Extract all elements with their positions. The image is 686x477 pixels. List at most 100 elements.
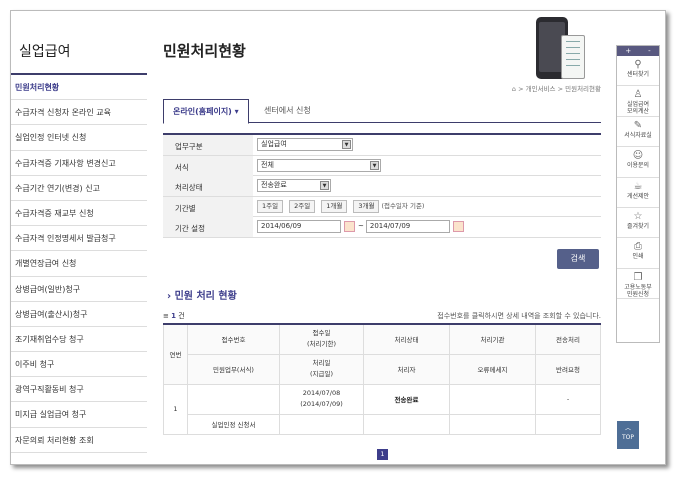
sidebar-item[interactable]: 수급기간 연기(변경) 신고 <box>11 176 147 201</box>
period-1week-button[interactable]: 1주일 <box>257 199 284 213</box>
pagination-page-1[interactable]: 1 <box>377 449 388 460</box>
cell-task: 실업인정 신청서 <box>187 413 280 435</box>
search-button[interactable]: 검색 <box>557 249 599 269</box>
col-header-no: 연번 <box>163 323 188 385</box>
dropdown-arrow-icon: ▼ <box>342 140 351 149</box>
top-button[interactable]: ︿ TOP <box>617 421 639 449</box>
calendar-icon[interactable] <box>344 221 355 232</box>
sidebar-item[interactable]: 자문의뢰 처리현황 조회 <box>11 428 147 453</box>
period-1month-button[interactable]: 1개월 <box>321 199 348 213</box>
document-illustration <box>561 35 585 79</box>
quick-menu-item[interactable]: ⎙ 인쇄 <box>617 238 659 269</box>
sidebar-item[interactable]: 수급자격증 재교부 신청 <box>11 201 147 227</box>
location-pin-icon: ⚲ <box>634 59 642 70</box>
col-header-process-date: 처리일 (지급일) <box>279 353 364 385</box>
sidebar-item[interactable]: 이주비 청구 <box>11 352 147 378</box>
quick-menu-label: 이용문의 <box>626 162 650 170</box>
status-select[interactable]: 전송완료 ▼ <box>257 179 331 192</box>
period-3month-button[interactable]: 3개월 <box>353 199 380 213</box>
quick-menu-item[interactable]: ☆ 즐겨찾기 <box>617 208 659 239</box>
sidebar-item[interactable]: 수급자격 인정명세서 발급청구 <box>11 226 147 252</box>
cell-receipt-no[interactable] <box>187 383 280 415</box>
quick-menu-label: 고용노동부 민원신청 <box>624 283 652 298</box>
form-row-range: 기간 설정 2014/06/09 ~2014/07/09 <box>163 217 601 238</box>
sidebar-item[interactable]: 광역구직활동비 청구 <box>11 377 147 403</box>
sidebar-item[interactable]: 상병급여(일반)청구 <box>11 277 147 302</box>
cell-return <box>535 413 601 435</box>
form-row-status: 처리상태 전송완료 ▼ <box>163 176 601 197</box>
status-select-value: 전송완료 <box>261 181 287 189</box>
page-frame: 실업급여 민원처리현황 수급자격 신청자 온라인 교육 실업인정 인터넷 신청 수급자… <box>10 10 666 465</box>
sidebar-item[interactable]: 상병급여(출산시)청구 <box>11 302 147 327</box>
tab-center[interactable]: 센터에서 신청 <box>255 99 320 123</box>
sidebar-item[interactable]: 실업인정 인터넷 신청 <box>11 125 147 151</box>
breadcrumb: ⌂ > 개인서비스 > 민원처리현황 <box>511 85 601 93</box>
expand-icon[interactable]: + <box>625 46 631 56</box>
col-header-transfer: 전송처리 <box>535 323 601 355</box>
form-select[interactable]: 전체 ▼ <box>257 158 381 172</box>
sidebar-item[interactable]: 미지급 실업급여 청구 <box>11 402 147 428</box>
type-select[interactable]: 실업급여 ▼ <box>257 138 353 151</box>
calendar-icon[interactable] <box>452 221 464 232</box>
table-row: 실업인정 신청서 <box>164 413 601 435</box>
col-header-status: 처리상태 <box>363 323 450 355</box>
col-header-error: 오류메세지 <box>449 353 536 385</box>
form-row-type: 업무구분 실업급여 ▼ <box>163 135 601 156</box>
quick-menu-item[interactable]: ✎ 서식자료실 <box>617 117 659 148</box>
sidebar-item[interactable]: 개별연장급여 신청 <box>11 251 147 277</box>
result-count-unit: 건 <box>178 312 185 320</box>
quick-menu-item[interactable]: ❐ 고용노동부 민원신청 <box>617 269 659 300</box>
result-count-value: 1 <box>171 312 176 320</box>
search-form: 업무구분 실업급여 ▼ 서식 전체 ▼ 처리상태 전송완료 ▼ 기간별 1주일 … <box>163 133 601 238</box>
dropdown-arrow-icon: ▼ <box>320 181 329 190</box>
period-hint: (접수일자 기준) <box>381 201 425 210</box>
quick-menu-item[interactable]: ♙ 실업급여 모의계산 <box>617 86 659 117</box>
tab-online[interactable]: 온라인(홈페이지) ▾ <box>163 99 249 124</box>
edit-icon: ✎ <box>633 119 643 131</box>
cell-no: 1 <box>163 383 188 435</box>
chevron-up-icon: ︿ <box>624 425 631 432</box>
main-content: 민원처리현황 ⌂ > 개인서비스 > 민원처리현황 온라인(홈페이지) ▾ 센터… <box>161 11 601 464</box>
cell-status: 전송완료 <box>363 383 450 415</box>
section-title: › 민원 처리 현황 <box>167 291 237 302</box>
quick-menu-item[interactable]: ☕ 게선제안 <box>617 178 659 208</box>
quick-menu-item[interactable]: ⚲ 센터찾기 <box>617 56 659 87</box>
result-count: ≡ 1 건 <box>163 311 185 321</box>
print-icon: ⎙ <box>634 241 642 253</box>
quick-menu-header: + - <box>617 46 659 56</box>
form-select-value: 전체 <box>261 160 274 169</box>
person-icon: ♙ <box>633 89 643 101</box>
quick-menu-label: 게선제안 <box>626 192 650 200</box>
quick-menu-label: 센터찾기 <box>626 71 650 78</box>
result-note: 접수번호를 클릭하시면 상세 내역을 조회할 수 있습니다. <box>437 312 601 320</box>
form-row-period: 기간별 1주일 2주일 1개월 3개월 (접수일자 기준) <box>163 196 601 217</box>
cell-agency <box>449 383 536 415</box>
date-to-input[interactable]: 2014/07/09 <box>365 220 450 233</box>
form-label: 서식 <box>163 155 253 176</box>
status-label: 처리상태 <box>163 176 253 196</box>
date-range-tilde: ~ <box>358 222 364 230</box>
sidebar-item[interactable]: 수급자격 신청자 온라인 교육 <box>11 100 147 126</box>
col-header-return: 반려요청 <box>535 353 601 385</box>
list-icon: ≡ <box>163 312 169 320</box>
quick-menu-item[interactable]: ☺ 이용문의 <box>617 147 659 178</box>
sidebar-item[interactable]: 수급자격증 기재사항 변경신고 <box>11 151 147 176</box>
sidebar: 실업급여 민원처리현황 수급자격 신청자 온라인 교육 실업인정 인터넷 신청 수급자… <box>11 11 147 464</box>
quick-menu: + - ⚲ 센터찾기 ♙ 실업급여 모의계산 ✎ 서식자료실 ☺ 이용문의 ☕ 게선제안 ☆ 즐겨찾기 ⎙… <box>616 45 660 343</box>
table-row: 1 2014/07/08 (2014/07/09) 전송완료 - <box>163 383 601 435</box>
cell-receipt-date: 2014/07/08 (2014/07/09) <box>279 383 364 415</box>
col-header-receipt-date: 접수일 (처리기한) <box>279 323 364 355</box>
date-from-input[interactable]: 2014/06/09 <box>257 220 341 233</box>
dropdown-arrow-icon: ▼ <box>370 160 379 170</box>
period-label: 기간별 <box>163 196 253 217</box>
sidebar-item[interactable]: 조기재취업수당 청구 <box>11 327 147 353</box>
sidebar-item[interactable]: 민원처리현황 <box>11 75 147 101</box>
type-label: 업무구분 <box>163 135 253 155</box>
quick-menu-label: 인쇄 <box>632 253 644 261</box>
type-select-value: 실업급여 <box>261 140 287 148</box>
period-2week-button[interactable]: 2주일 <box>289 199 316 213</box>
col-header-receipt-no: 접수번호 <box>187 323 280 355</box>
collapse-icon[interactable]: - <box>648 46 651 56</box>
results-table: 연번 접수번호 접수일 (처리기한) 처리상태 처리기관 전송처리 민원업무(서… <box>163 323 601 435</box>
cell-process-date <box>279 413 364 435</box>
